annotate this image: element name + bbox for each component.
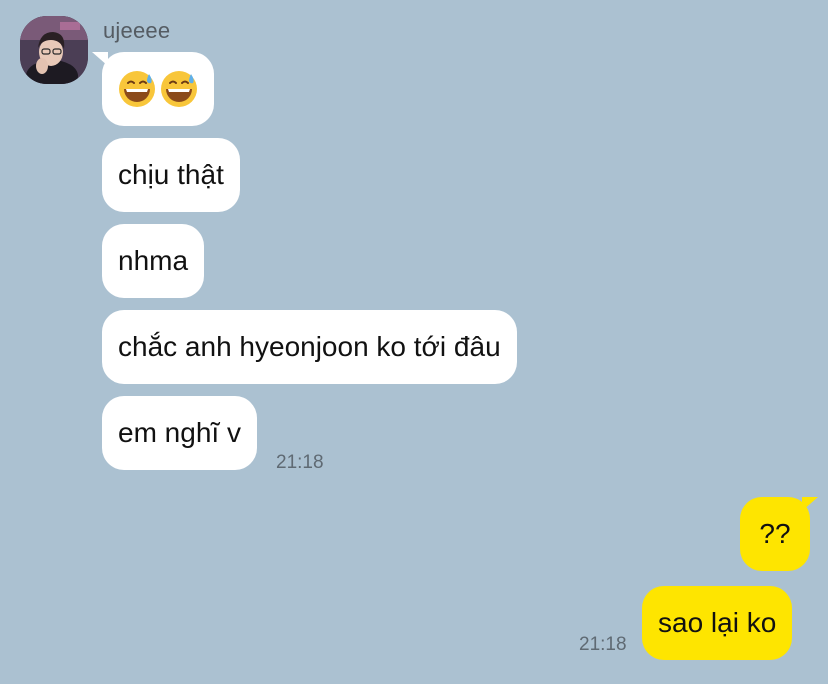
incoming-timestamp: 21:18 xyxy=(276,452,324,473)
outgoing-message[interactable]: ?? xyxy=(740,497,810,571)
message-text: em nghĩ v xyxy=(118,417,241,448)
message-text: ?? xyxy=(759,518,791,549)
grinning-sweat-emoji-icon xyxy=(161,71,197,107)
incoming-message[interactable]: em nghĩ v xyxy=(102,396,257,470)
incoming-message[interactable]: chịu thật xyxy=(102,138,240,212)
grinning-sweat-emoji-icon xyxy=(119,71,155,107)
incoming-message[interactable]: nhma xyxy=(102,224,205,298)
message-text: chịu thật xyxy=(118,159,224,190)
sender-name: ujeeee xyxy=(103,18,171,43)
incoming-message[interactable]: chắc anh hyeonjoon ko tới đâu xyxy=(102,310,517,384)
message-text: sao lại ko xyxy=(658,607,777,638)
message-text: chắc anh hyeonjoon ko tới đâu xyxy=(118,331,501,362)
message-text: nhma xyxy=(118,245,189,276)
outgoing-timestamp: 21:18 xyxy=(579,634,627,655)
incoming-message-emoji[interactable] xyxy=(102,52,214,126)
outgoing-message[interactable]: sao lại ko xyxy=(642,586,793,660)
profile-photo-icon xyxy=(20,16,88,84)
sender-avatar[interactable] xyxy=(20,16,88,84)
